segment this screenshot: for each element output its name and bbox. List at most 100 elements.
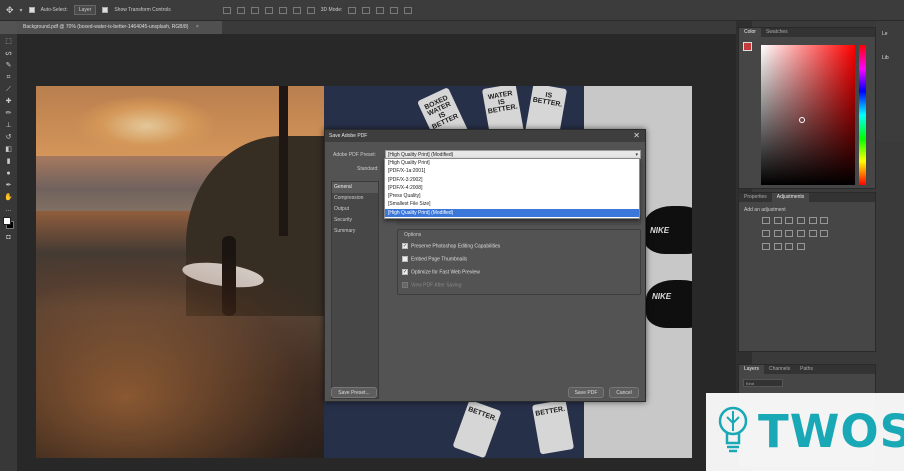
align-left-icon[interactable] [222, 6, 231, 14]
hue-saturation-icon[interactable] [820, 217, 829, 224]
checkbox-unchecked[interactable] [402, 256, 408, 262]
invert-icon[interactable] [820, 230, 829, 237]
foreground-color-chip[interactable] [743, 42, 752, 51]
black-white-icon[interactable] [773, 230, 782, 237]
lasso-tool-icon[interactable]: ᔕ [4, 50, 13, 58]
align-center-icon[interactable] [236, 6, 245, 14]
option-label: Optimize for Fast Web Preview [411, 269, 480, 276]
layers-panel-header: Layers Channels Paths [739, 365, 875, 374]
option-label: Preserve Photoshop Editing Capabilities [411, 243, 501, 250]
pen-tool-icon[interactable]: ✒ [4, 182, 13, 190]
auto-select-checkbox[interactable] [28, 7, 35, 13]
levels-icon[interactable] [773, 217, 782, 224]
align-middle-icon[interactable] [278, 6, 287, 14]
dialog-titlebar: Save Adobe PDF ✕ [325, 130, 645, 142]
tab-layers[interactable]: Layers [739, 365, 765, 374]
gradient-tool-icon[interactable]: ▮ [4, 158, 13, 166]
hue-slider[interactable] [859, 45, 866, 185]
lightbulb-logo-icon [718, 406, 748, 453]
tab-properties[interactable]: Properties [739, 193, 772, 202]
stamp-tool-icon[interactable]: ⊥ [4, 122, 13, 130]
preset-option[interactable]: [PDF/X-4:2008] [385, 184, 639, 192]
3d-orbit-icon[interactable] [348, 6, 357, 14]
save-pdf-button[interactable]: Save PDF [568, 387, 604, 398]
foreground-color-swatch[interactable] [3, 217, 11, 225]
align-bottom-icon[interactable] [292, 6, 301, 14]
crop-tool-icon[interactable]: ⌗ [4, 74, 13, 82]
quick-select-tool-icon[interactable]: ✎ [4, 62, 13, 70]
preset-option[interactable]: [Press Quality] [385, 192, 639, 200]
tab-color[interactable]: Color [739, 28, 761, 37]
checkbox-checked[interactable]: ✓ [402, 269, 408, 275]
nav-item-summary[interactable]: Summary [332, 226, 378, 237]
threshold-icon[interactable] [773, 243, 782, 250]
close-icon[interactable]: ✕ [633, 130, 640, 142]
tab-adjustments[interactable]: Adjustments [771, 193, 810, 202]
adjustments-panel-header: Properties Adjustments [739, 193, 875, 202]
document-tab[interactable]: Background.pdf @ 70% (boxed-water-is-bet… [17, 21, 222, 34]
color-picker-field[interactable] [761, 45, 855, 185]
preset-option[interactable]: [Smallest File Size] [385, 200, 639, 208]
vibrance-icon[interactable] [808, 217, 817, 224]
nav-item-compression[interactable]: Compression [332, 193, 378, 204]
color-picker-cursor[interactable] [799, 117, 805, 123]
quick-mask-icon[interactable]: ◘ [4, 234, 13, 242]
photoshop-window: ✥ ▾ Auto-Select: Layer Show Transform Co… [0, 0, 904, 471]
dialog-nav: General Compression Output Security Summ… [331, 181, 379, 399]
posterize-icon[interactable] [762, 243, 770, 250]
preset-option[interactable]: [High Quality Print] [385, 159, 639, 167]
brightness-icon[interactable] [762, 217, 770, 224]
history-brush-icon[interactable]: ↺ [4, 134, 13, 142]
close-tab-icon[interactable]: × [196, 24, 199, 30]
nav-item-security[interactable]: Security [332, 215, 378, 226]
option-preserve-editing[interactable]: ✓ Preserve Photoshop Editing Capabilities [402, 243, 500, 249]
layer-select[interactable]: Layer [73, 5, 97, 15]
learn-panel-button[interactable]: Le [882, 31, 888, 37]
more-tools-icon[interactable]: … [4, 206, 13, 214]
preset-dropdown-list: [High Quality Print] [PDF/X-1a:2001] [PD… [384, 158, 640, 219]
color-lookup-icon[interactable] [808, 230, 817, 237]
nav-item-general[interactable]: General [332, 182, 378, 193]
selective-color-icon[interactable] [797, 243, 806, 250]
3d-mode-label: 3D Mode: [320, 7, 343, 13]
tab-swatches[interactable]: Swatches [761, 28, 793, 37]
3d-pan-icon[interactable] [376, 6, 385, 14]
distribute-icon[interactable] [306, 6, 315, 14]
photo-filter-icon[interactable] [785, 230, 794, 237]
show-transform-checkbox[interactable] [102, 7, 109, 13]
tab-paths[interactable]: Paths [795, 365, 818, 374]
channel-mixer-icon[interactable] [797, 230, 806, 237]
marquee-tool-icon[interactable]: ⬚ [4, 38, 13, 46]
move-tool-icon[interactable]: ✥ [6, 5, 14, 16]
collapsed-panels: Le Lib [876, 21, 904, 141]
nav-item-output[interactable]: Output [332, 204, 378, 215]
save-preset-button[interactable]: Save Preset... [331, 387, 377, 398]
layer-filter-select[interactable]: Kind [743, 379, 783, 387]
exposure-icon[interactable] [797, 217, 806, 224]
align-top-icon[interactable] [264, 6, 273, 14]
align-right-icon[interactable] [250, 6, 259, 14]
hand-tool-icon[interactable]: ✋ [4, 194, 13, 202]
3d-roll-icon[interactable] [362, 6, 371, 14]
document-tab-title: Background.pdf @ 70% (boxed-water-is-bet… [23, 24, 189, 30]
gradient-map-icon[interactable] [785, 243, 794, 250]
color-balance-icon[interactable] [762, 230, 770, 237]
libraries-panel-button[interactable]: Lib [882, 55, 889, 61]
preset-option[interactable]: [PDF/X-3:2002] [385, 176, 639, 184]
tab-channels[interactable]: Channels [764, 365, 795, 374]
option-embed-thumbnails[interactable]: Embed Page Thumbnails [402, 256, 467, 262]
eraser-tool-icon[interactable]: ◧ [4, 146, 13, 154]
3d-slide-icon[interactable] [390, 6, 399, 14]
healing-tool-icon[interactable]: ✚ [4, 98, 13, 106]
curves-icon[interactable] [785, 217, 794, 224]
3d-scale-icon[interactable] [404, 6, 413, 14]
brush-tool-icon[interactable]: ✏ [4, 110, 13, 118]
preset-option[interactable]: [PDF/X-1a:2001] [385, 167, 639, 175]
cancel-button[interactable]: Cancel [609, 387, 639, 398]
option-fast-web-preview[interactable]: ✓ Optimize for Fast Web Preview [402, 269, 480, 275]
dropdown-arrow-icon[interactable]: ▾ [20, 7, 23, 14]
blur-tool-icon[interactable]: ● [4, 170, 13, 178]
checkbox-checked[interactable]: ✓ [402, 243, 408, 249]
preset-option-highlighted[interactable]: [High Quality Print] (Modified) [385, 208, 639, 218]
eyedropper-tool-icon[interactable]: ⟋ [4, 86, 13, 94]
